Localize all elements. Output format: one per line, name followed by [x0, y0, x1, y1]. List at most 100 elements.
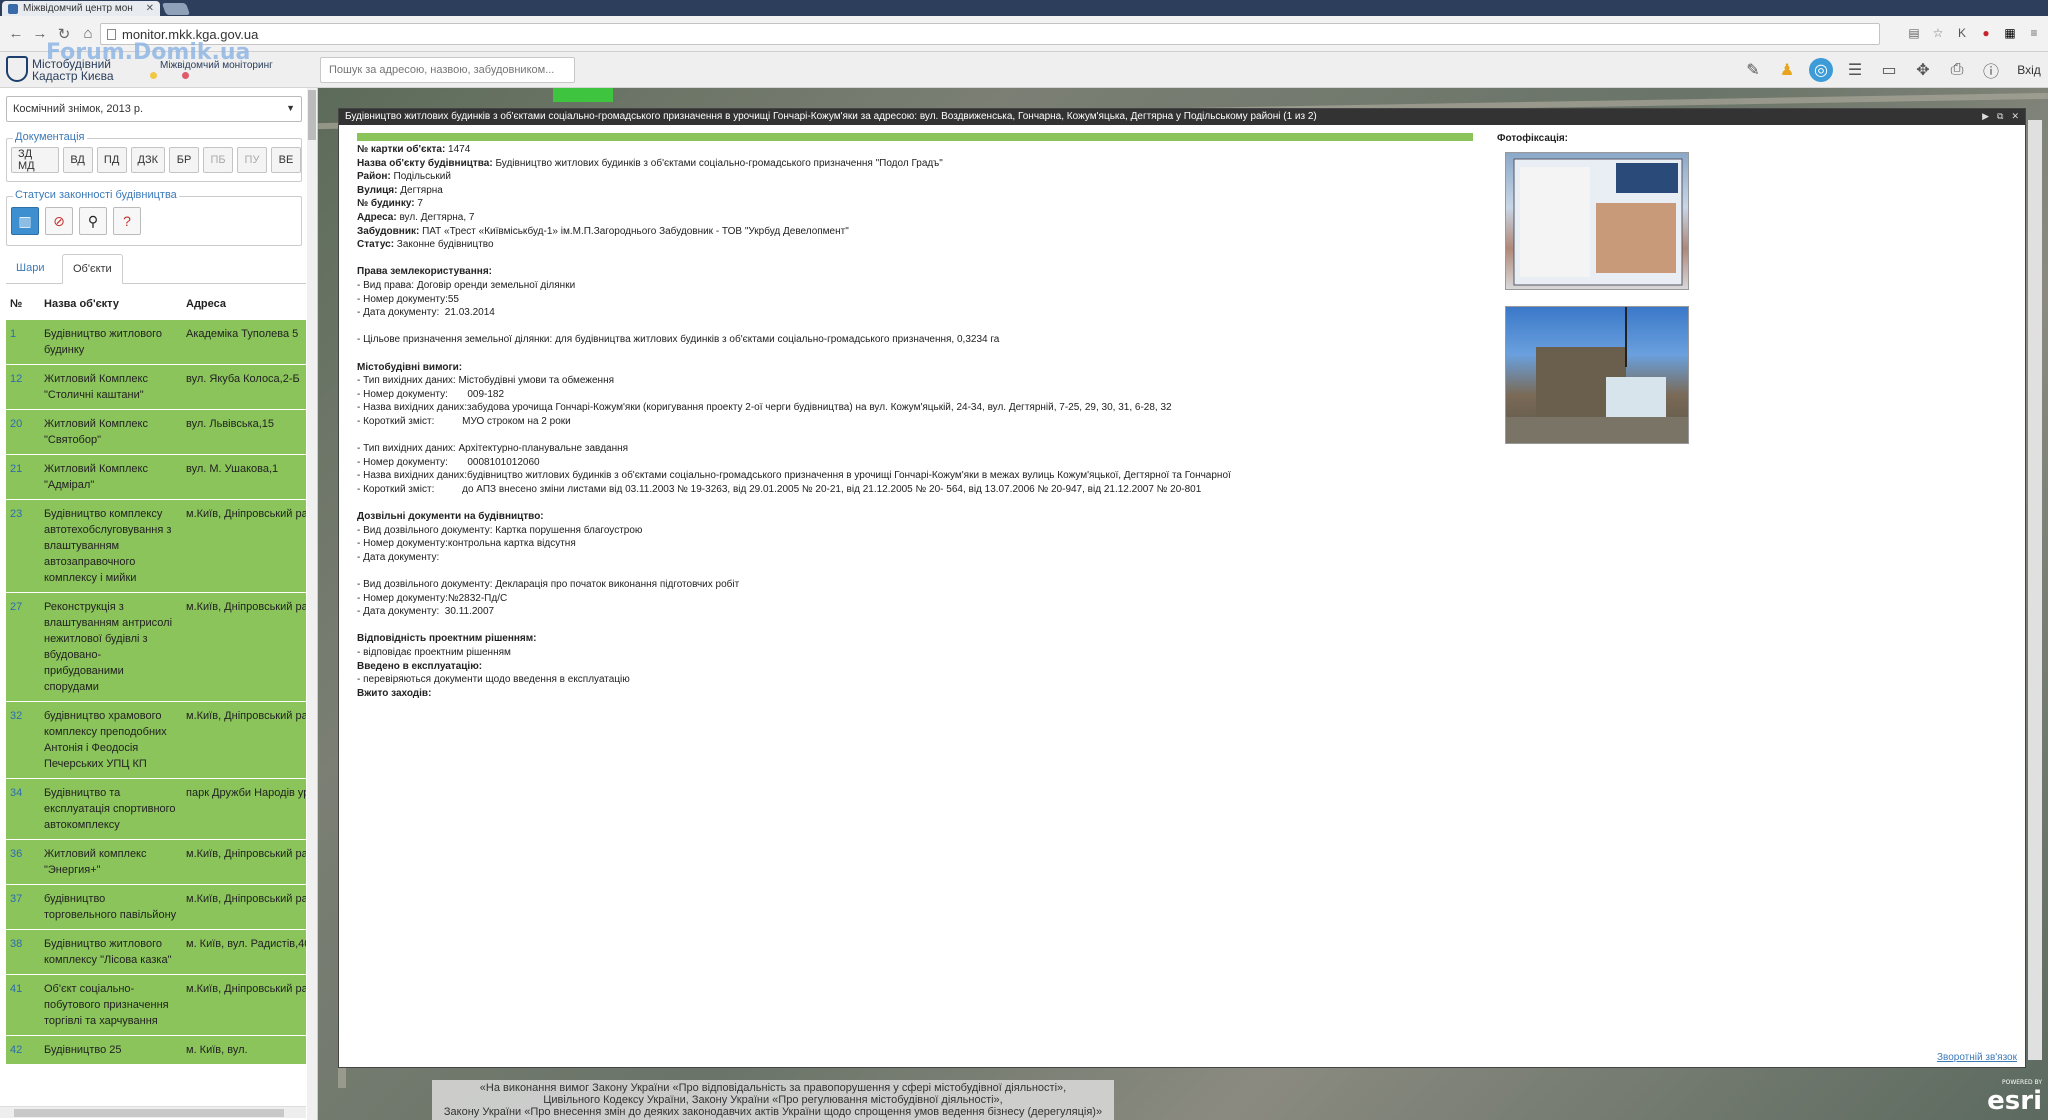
close-icon[interactable]: ✕: [2011, 111, 2019, 122]
app-header: Містобудівний Кадастр Києва Міжвідомчий …: [0, 52, 2048, 88]
login-button[interactable]: Вхід: [2010, 55, 2048, 85]
print-icon[interactable]: ⎙: [1942, 55, 1972, 85]
extension-k-icon[interactable]: K: [1954, 25, 1970, 41]
search-input[interactable]: [320, 57, 575, 83]
detail-line: - Номер документу:55: [357, 293, 1473, 307]
doc-button-pu[interactable]: ПУ: [237, 147, 267, 173]
detail-line: Район: Подільський: [357, 170, 1473, 184]
table-row[interactable]: 38 Будівництво житлового комплексу "Лісов…: [6, 930, 306, 975]
table-row[interactable]: 37 будівництво торговельного павільйону м.…: [6, 885, 306, 930]
table-header: № Назва об'єкту Адреса: [6, 288, 306, 320]
left-panel-scrollbar[interactable]: [307, 88, 317, 1120]
compare-icon[interactable]: ▭: [1874, 55, 1904, 85]
legality-status-group: Статуси законності будівництва ▥ ⊘ ⚲ ?: [6, 189, 302, 246]
page-icon: [107, 28, 116, 40]
illegal-building-icon[interactable]: ⊘: [45, 207, 73, 235]
table-row[interactable]: 20 Житловий Комплекс "Святобор" вул. Львів…: [6, 410, 306, 455]
chevron-down-icon: ▼: [286, 103, 295, 113]
layers-icon[interactable]: ☰: [1840, 55, 1870, 85]
table-row[interactable]: 32 будівництво храмового комплексу препод…: [6, 702, 306, 779]
info-icon[interactable]: ⓘ: [1976, 55, 2006, 85]
detail-value: - Цільове призначення земельної ділянки:…: [357, 334, 1000, 346]
tab-title: Міжвідомчий центр мон: [23, 3, 133, 14]
detail-value: - Дата документу:: [357, 551, 440, 563]
row-name: Будівництво та експлуатація спортивного …: [44, 787, 176, 831]
detail-line: [357, 428, 1473, 442]
table-row[interactable]: 23 Будівництво комплексу автотехобслугову…: [6, 500, 306, 593]
doc-button-zdmd[interactable]: ЗД МД: [11, 147, 59, 173]
photo-thumbnail[interactable]: [1505, 306, 1689, 444]
detail-line: Введено в експлуатацію:: [357, 660, 1473, 674]
detail-value: - Назва вихідних даних:будівництво житло…: [357, 470, 1231, 482]
table-row[interactable]: 1 Будівництво житлового будинку Академіка …: [6, 320, 306, 365]
table-row[interactable]: 42 Будівництво 25 м. Київ, вул.: [6, 1036, 306, 1065]
address-bar[interactable]: monitor.mkk.kga.gov.ua: [100, 23, 1880, 45]
table-row[interactable]: 12 Житловий Комплекс "Столичні каштани" ву…: [6, 365, 306, 410]
menu-icon[interactable]: ≡: [2026, 25, 2042, 41]
row-address: м.Київ, Дніпровський район, просп.Павла …: [186, 601, 306, 613]
detail-value: - Номер документу: 009-182: [357, 388, 505, 400]
doc-button-ve[interactable]: ВЕ: [271, 147, 301, 173]
basemap-select[interactable]: Космічний знімок, 2013 р. ▼: [6, 96, 302, 122]
star-icon[interactable]: ☆: [1930, 25, 1946, 41]
fullscreen-icon[interactable]: ✥: [1908, 55, 1938, 85]
row-name: Реконструкція з влаштуванням антрисолі н…: [44, 601, 173, 693]
watermark: Forum.Domik.ua: [46, 40, 251, 65]
map-scrollbar[interactable]: [2028, 120, 2042, 1060]
table-row[interactable]: 34 Будівництво та експлуатація спортивног…: [6, 779, 306, 840]
esri-text: esri: [1987, 1086, 2042, 1116]
maximize-icon[interactable]: ⧉: [1997, 111, 2003, 122]
detail-value: - відповідає проектним рішенням: [357, 646, 511, 658]
next-icon[interactable]: ▶: [1982, 111, 1989, 122]
back-icon[interactable]: ←: [6, 24, 26, 44]
detail-line: - Короткий зміст: МУО строком на 2 роки: [357, 415, 1473, 429]
status-buttons: ▥ ⊘ ⚲ ?: [11, 207, 141, 235]
header-name[interactable]: Назва об'єкту: [44, 298, 186, 310]
table-row[interactable]: 36 Житловий комплекс "Энергия+" м.Київ, Дн…: [6, 840, 306, 885]
legal-building-icon[interactable]: ▥: [11, 207, 39, 235]
browser-tab[interactable]: Міжвідомчий центр мон ✕: [2, 1, 160, 16]
photo-thumbnail[interactable]: [1505, 152, 1689, 290]
tab-close-icon[interactable]: ✕: [146, 3, 154, 14]
row-number: 41: [10, 983, 23, 995]
panel-tabs: Шари Об'єкти: [6, 254, 306, 284]
doc-button-pd[interactable]: ПД: [96, 147, 127, 173]
status-progress-bar: [357, 133, 1473, 141]
header-num[interactable]: №: [6, 298, 44, 310]
pinterest-icon[interactable]: ●: [1978, 25, 1994, 41]
unknown-status-icon[interactable]: ?: [113, 207, 141, 235]
row-name: Житловий комплекс "Энергия+": [44, 848, 147, 876]
table-row[interactable]: 27 Реконструкція з влаштуванням антрисолі…: [6, 593, 306, 702]
doc-button-dzk[interactable]: ДЗК: [130, 147, 165, 173]
doc-button-pb[interactable]: ПБ: [203, 147, 233, 173]
object-info-popup: Будівництво житлових будинків з об'єктам…: [338, 108, 2026, 1068]
table-row[interactable]: 21 Житловий Комплекс "Адмірал" вул. М. Уша…: [6, 455, 306, 500]
inspection-icon[interactable]: ⚲: [79, 207, 107, 235]
row-number: 20: [10, 418, 23, 430]
tab-layers[interactable]: Шари: [6, 254, 54, 284]
feedback-link[interactable]: Зворотній зв'язок: [1937, 1052, 2017, 1063]
detail-line: [357, 252, 1473, 266]
hscrollbar-thumb[interactable]: [14, 1109, 284, 1117]
edit-icon[interactable]: ✎: [1738, 55, 1768, 85]
detail-line: Містобудівні вимоги:: [357, 361, 1473, 375]
detail-line: Вулиця: Дегтярна: [357, 184, 1473, 198]
popup-title: Будівництво житлових будинків з об'єктам…: [345, 111, 1317, 122]
detail-line: - Вид дозвільного документу: Картка пору…: [357, 524, 1473, 538]
header-address[interactable]: Адреса: [186, 298, 306, 310]
new-tab-button[interactable]: [161, 3, 191, 15]
globe-icon[interactable]: ◎: [1809, 58, 1833, 82]
tab-objects[interactable]: Об'єкти: [62, 254, 123, 284]
doc-button-vd[interactable]: ВД: [62, 147, 93, 173]
qr-icon[interactable]: ▦: [2002, 25, 2018, 41]
scrollbar-thumb[interactable]: [308, 90, 316, 140]
row-name: будівництво торговельного павільйону: [44, 893, 177, 921]
detail-line: - перевіряються документи щодо введення …: [357, 673, 1473, 687]
table-row[interactable]: 41 Об'єкт соціально-побутового призначенн…: [6, 975, 306, 1036]
translate-icon[interactable]: ▤: [1906, 25, 1922, 41]
doc-button-br[interactable]: БР: [169, 147, 199, 173]
table-hscrollbar[interactable]: [0, 1106, 306, 1118]
detail-label: Район:: [357, 171, 391, 183]
street-view-icon[interactable]: ♟: [1772, 55, 1802, 85]
basemap-value: Космічний знімок, 2013 р.: [13, 103, 144, 115]
